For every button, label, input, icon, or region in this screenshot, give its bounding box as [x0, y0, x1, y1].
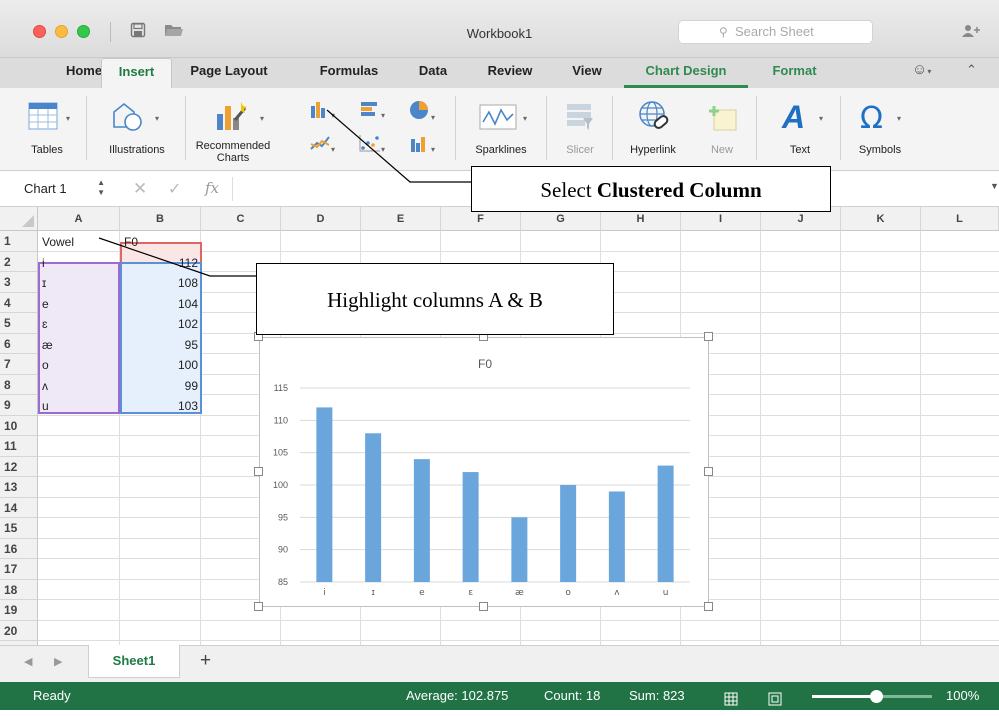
- status-sum: Sum: 823: [629, 688, 685, 703]
- callout-highlight-columns: Highlight columns A & B: [256, 263, 614, 335]
- prev-sheet-icon[interactable]: ◀: [24, 655, 32, 668]
- zoom-slider-track[interactable]: [812, 690, 932, 703]
- sheet-tab-sheet1[interactable]: Sheet1: [88, 645, 180, 678]
- callout-clustered-column-text: Clustered Column: [596, 178, 762, 202]
- zoom-level: 100%: [946, 688, 980, 703]
- callout-select-clustered-column: Select Clustered Column: [471, 166, 831, 212]
- callout-leader-lines: [98, 109, 471, 277]
- sheet-tab-bar: ◀ ▶ Sheet1 +: [0, 645, 999, 682]
- status-average: Average: 102.875: [406, 688, 509, 703]
- zoom-slider-thumb[interactable]: [870, 690, 883, 703]
- normal-view-icon[interactable]: [724, 688, 738, 716]
- page-layout-view-icon[interactable]: [768, 688, 782, 716]
- add-sheet-icon[interactable]: +: [200, 650, 211, 672]
- status-bar: Ready Average: 102.875 Count: 18 Sum: 82…: [0, 682, 999, 710]
- status-count: Count: 18: [544, 688, 601, 703]
- callout-select-text: Select: [540, 178, 597, 202]
- status-ready: Ready: [33, 688, 71, 703]
- next-sheet-icon[interactable]: ▶: [54, 655, 62, 668]
